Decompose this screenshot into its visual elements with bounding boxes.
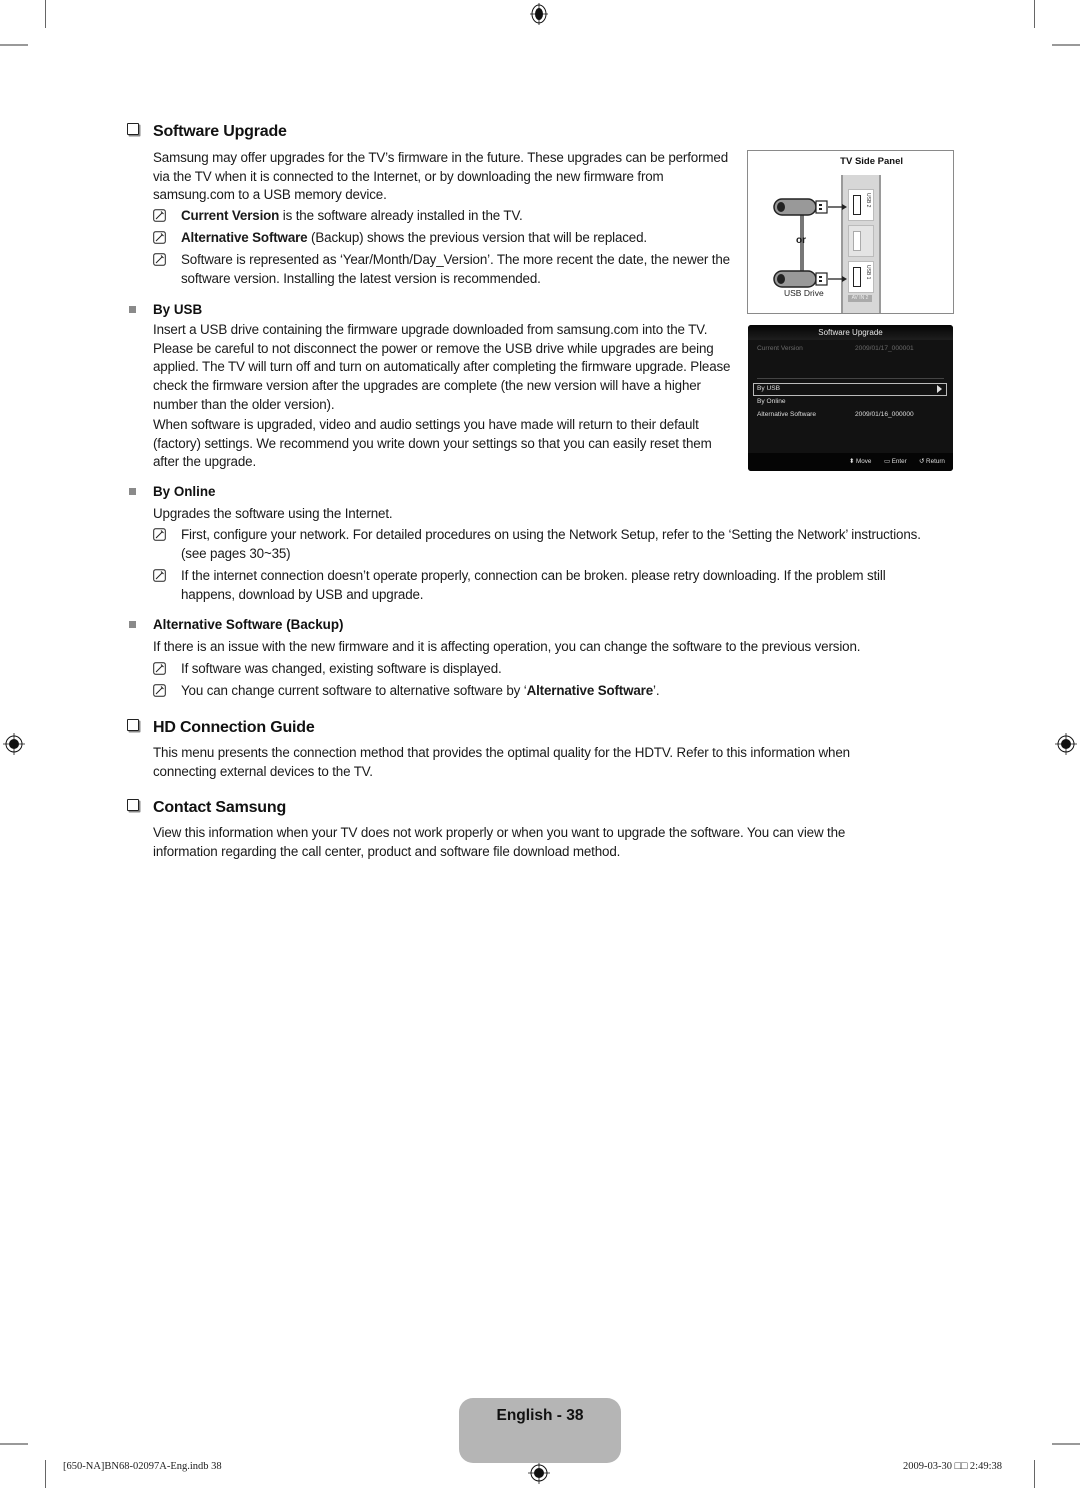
- osd-current-version-label: Current Version: [757, 345, 803, 352]
- software-upgrade-osd: Software Upgrade Current Version 2009/01…: [748, 325, 953, 471]
- usb-port-1: USB 1: [848, 261, 874, 293]
- osd-menu-item-by-online[interactable]: By Online: [757, 398, 786, 405]
- page-number-badge: English - 38: [459, 1398, 621, 1463]
- note-icon: [153, 528, 166, 541]
- osd-menu-item-by-usb[interactable]: By USB: [757, 385, 780, 392]
- section-title-hd-connection-guide: HD Connection Guide: [127, 719, 315, 737]
- checkbox-bullet-icon: [127, 799, 139, 811]
- crop-mark: [1052, 1443, 1080, 1445]
- arrow-icon: [828, 204, 847, 210]
- note-icon: [153, 684, 166, 697]
- crop-mark: [1052, 44, 1080, 46]
- note-item: You can change current software to alter…: [153, 682, 933, 701]
- crop-mark: [1034, 0, 1035, 28]
- crop-mark: [0, 1443, 28, 1445]
- note-item: First, configure your network. For detai…: [153, 526, 933, 563]
- note-icon: [153, 569, 166, 582]
- alt-software-paragraph: If there is an issue with the new firmwa…: [153, 639, 861, 654]
- registration-mark-icon: [528, 1462, 550, 1484]
- crop-mark: [45, 1460, 46, 1488]
- note-icon: [153, 662, 166, 675]
- by-usb-paragraph: Insert a USB drive containing the firmwa…: [153, 322, 731, 412]
- square-bullet-icon: [129, 488, 136, 495]
- usb-port-2: USB 2: [848, 189, 874, 221]
- osd-enter-hint: ▭ Enter: [884, 458, 907, 465]
- checkbox-bullet-icon: [127, 123, 139, 135]
- note-item: If the internet connection doesn’t opera…: [153, 567, 933, 604]
- usb-drive-icon: [773, 198, 828, 216]
- note-item: Alternative Software (Backup) shows the …: [153, 229, 733, 248]
- arrow-icon: [828, 276, 847, 282]
- note-item: If software was changed, existing softwa…: [153, 660, 933, 679]
- play-arrow-icon: [937, 385, 942, 393]
- osd-footer: ⬍ Move ▭ Enter ↺ Return: [748, 453, 953, 471]
- registration-mark-icon: [530, 3, 548, 25]
- osd-menu-item-alternative-software[interactable]: Alternative Software: [757, 411, 816, 418]
- subsection-title-alternative-software: Alternative Software (Backup): [129, 617, 344, 632]
- note-icon: [153, 253, 166, 266]
- hd-connection-guide-paragraph: This menu presents the connection method…: [153, 745, 850, 779]
- osd-title: Software Upgrade: [748, 325, 953, 340]
- subsection-title-by-online: By Online: [129, 484, 216, 499]
- checkbox-bullet-icon: [127, 719, 139, 731]
- osd-return-hint: ↺ Return: [919, 458, 945, 465]
- subsection-title-by-usb: By USB: [129, 302, 202, 317]
- tv-side-panel-figure: TV Side Panel USB 2 USB 1 AV IN 2 or USB…: [747, 150, 954, 314]
- print-file-info: [650-NA]BN68-02097A-Eng.indb 38: [63, 1461, 222, 1472]
- section-title-contact-samsung: Contact Samsung: [127, 799, 286, 817]
- crop-mark: [45, 0, 46, 28]
- av-in-label: AV IN 2: [848, 295, 872, 302]
- print-timestamp: 2009-03-30 □□ 2:49:38: [903, 1461, 1003, 1472]
- note-icon: [153, 231, 166, 244]
- section-title-software-upgrade: Software Upgrade: [127, 123, 287, 141]
- osd-divider: [757, 378, 944, 379]
- note-item: Current Version is the software already …: [153, 207, 733, 226]
- by-usb-paragraph: When software is upgraded, video and aud…: [153, 417, 712, 470]
- osd-current-version-value: 2009/01/17_000001: [855, 345, 914, 352]
- note-item: Software is represented as ‘Year/Month/D…: [153, 251, 733, 288]
- tv-side-panel: USB 2 USB 1 AV IN 2: [841, 175, 881, 313]
- by-online-paragraph: Upgrades the software using the Internet…: [153, 506, 393, 521]
- usb-drive-icon: [773, 270, 828, 288]
- registration-mark-icon: [1055, 733, 1077, 755]
- or-label: or: [796, 235, 806, 246]
- crop-mark: [0, 44, 28, 46]
- square-bullet-icon: [129, 306, 136, 313]
- registration-mark-icon: [3, 733, 25, 755]
- crop-mark: [1034, 1460, 1035, 1488]
- usb-drive-label: USB Drive: [784, 288, 824, 298]
- square-bullet-icon: [129, 621, 136, 628]
- figure-title: TV Side Panel: [840, 156, 903, 167]
- osd-selection-highlight[interactable]: [753, 383, 947, 396]
- note-icon: [153, 209, 166, 222]
- software-upgrade-intro: Samsung may offer upgrades for the TV’s …: [153, 150, 729, 203]
- osd-move-hint: ⬍ Move: [849, 458, 872, 465]
- osd-alt-software-value: 2009/01/16_000000: [855, 411, 914, 418]
- contact-samsung-paragraph: View this information when your TV does …: [153, 825, 846, 859]
- hdmi-port: [848, 225, 874, 257]
